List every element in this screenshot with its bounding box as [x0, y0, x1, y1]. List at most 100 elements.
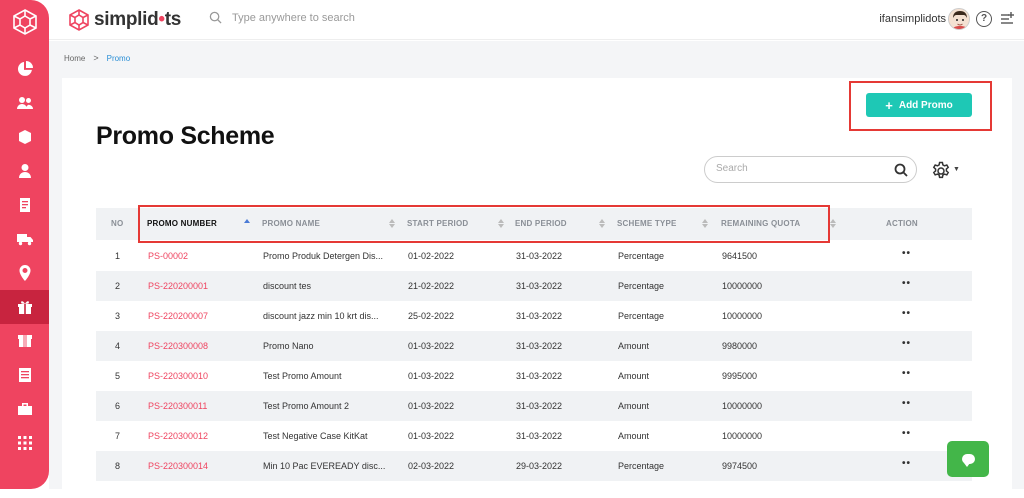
gear-icon[interactable] [931, 161, 951, 181]
table-row[interactable]: 4 PS-220300008 Promo Nano 01-03-2022 31-… [96, 331, 972, 361]
row-actions-button[interactable]: •• [902, 361, 911, 391]
cell-start-period: 01-02-2022 [408, 241, 454, 271]
sidebar-item-delivery[interactable] [0, 222, 49, 256]
cell-end-period: 31-03-2022 [516, 241, 562, 271]
table-row[interactable]: 7 PS-220300012 Test Negative Case KitKat… [96, 421, 972, 451]
cell-start-period: 01-03-2022 [408, 361, 454, 391]
cell-end-period: 31-03-2022 [516, 421, 562, 451]
cell-no: 1 [115, 241, 120, 271]
cell-remaining-quota: 10000000 [722, 421, 762, 451]
avatar[interactable] [948, 8, 970, 30]
row-actions-button[interactable]: •• [902, 391, 911, 421]
row-actions-button[interactable]: •• [902, 241, 911, 271]
briefcase-icon [17, 401, 33, 417]
table-row[interactable]: 6 PS-220300011 Test Promo Amount 2 01-03… [96, 391, 972, 421]
cell-promo-number[interactable]: PS-220200007 [148, 301, 208, 331]
chat-bubble-icon [962, 454, 975, 464]
cell-remaining-quota: 9974500 [722, 451, 757, 481]
cell-scheme-type: Amount [618, 391, 649, 421]
breadcrumb-current[interactable]: Promo [107, 54, 131, 63]
global-search[interactable]: Type anywhere to search [209, 11, 355, 24]
brand-name: simplid•ts [94, 9, 181, 31]
cell-promo-name: Test Promo Amount 2 [263, 391, 391, 421]
row-actions-button[interactable]: •• [902, 331, 911, 361]
cell-promo-name: Promo Produk Detergen Dis... [263, 241, 391, 271]
table-row[interactable]: 2 PS-220200001 discount tes 21-02-2022 3… [96, 271, 972, 301]
sidebar-item-customers[interactable] [0, 154, 49, 188]
chat-button[interactable] [947, 441, 989, 477]
cell-scheme-type: Amount [618, 361, 649, 391]
cell-promo-name: discount tes [263, 271, 391, 301]
table-search-input[interactable] [716, 163, 886, 174]
sidebar-item-users[interactable] [0, 86, 49, 120]
header-highlight [138, 205, 830, 243]
cell-promo-number[interactable]: PS-220300014 [148, 451, 208, 481]
row-actions-button[interactable]: •• [902, 421, 911, 451]
page-title: Promo Scheme [96, 122, 274, 151]
sidebar-item-promo[interactable] [0, 290, 49, 324]
cell-scheme-type: Percentage [618, 301, 664, 331]
cell-promo-number[interactable]: PS-220300012 [148, 421, 208, 451]
cell-scheme-type: Percentage [618, 451, 664, 481]
global-search-placeholder: Type anywhere to search [232, 12, 355, 24]
sidebar-item-reports[interactable] [0, 358, 49, 392]
cell-scheme-type: Percentage [618, 241, 664, 271]
cell-start-period: 01-03-2022 [408, 391, 454, 421]
cell-promo-name: Test Promo Amount [263, 361, 391, 391]
cell-promo-number[interactable]: PS-220300011 [148, 391, 207, 421]
cell-no: 8 [115, 451, 120, 481]
cell-no: 3 [115, 301, 120, 331]
package-icon [17, 333, 33, 349]
gift-icon [17, 299, 33, 315]
users-icon [17, 95, 33, 111]
breadcrumb: Home > Promo [64, 53, 130, 63]
col-header-action: ACTION [886, 208, 918, 240]
cell-promo-number[interactable]: PS-220300008 [148, 331, 208, 361]
cell-end-period: 31-03-2022 [516, 331, 562, 361]
breadcrumb-home[interactable]: Home [64, 54, 85, 63]
search-icon [209, 11, 222, 24]
cell-no: 4 [115, 331, 120, 361]
cell-promo-name: Test Negative Case KitKat [263, 421, 391, 451]
cell-start-period: 02-03-2022 [408, 451, 454, 481]
cell-promo-name: Min 10 Pac EVEREADY disc... [263, 451, 391, 481]
row-actions-button[interactable]: •• [902, 451, 911, 481]
dashboard-icon [17, 61, 33, 77]
truck-icon [17, 231, 33, 247]
cell-no: 2 [115, 271, 120, 301]
brand-logo-icon [67, 8, 91, 32]
cell-promo-number[interactable]: PS-220200001 [148, 271, 208, 301]
chevron-down-icon[interactable]: ▼ [953, 166, 960, 173]
brand[interactable]: simplid•ts [67, 8, 181, 32]
help-icon[interactable]: ? [976, 11, 992, 27]
cell-end-period: 31-03-2022 [516, 361, 562, 391]
table-row[interactable]: 5 PS-220300010 Test Promo Amount 01-03-2… [96, 361, 972, 391]
cell-remaining-quota: 9641500 [722, 241, 757, 271]
cell-promo-name: Promo Nano [263, 331, 391, 361]
sidebar-item-products[interactable] [0, 120, 49, 154]
user-name[interactable]: ifansimplidots [879, 13, 946, 25]
sidebar-item-apps[interactable] [0, 426, 49, 460]
sidebar-item-invoices[interactable] [0, 188, 49, 222]
row-actions-button[interactable]: •• [902, 301, 911, 331]
row-actions-button[interactable]: •• [902, 271, 911, 301]
sidebar-item-inventory[interactable] [0, 324, 49, 358]
cell-remaining-quota: 9980000 [722, 331, 757, 361]
cell-promo-number[interactable]: PS-00002 [148, 241, 188, 271]
menu-icon[interactable] [1000, 11, 1014, 25]
sidebar-item-business[interactable] [0, 392, 49, 426]
sidebar-item-locations[interactable] [0, 256, 49, 290]
cell-start-period: 25-02-2022 [408, 301, 454, 331]
table-row[interactable]: 8 PS-220300014 Min 10 Pac EVEREADY disc.… [96, 451, 972, 481]
table-row[interactable]: 1 PS-00002 Promo Produk Detergen Dis... … [96, 241, 972, 271]
table-row[interactable]: 3 PS-220200007 discount jazz min 10 krt … [96, 301, 972, 331]
person-icon [17, 163, 33, 179]
cell-scheme-type: Amount [618, 421, 649, 451]
search-icon[interactable] [894, 163, 908, 177]
sidebar-item-dashboard[interactable] [0, 52, 49, 86]
box-icon [17, 129, 33, 145]
cell-remaining-quota: 10000000 [722, 271, 762, 301]
app-logo-icon[interactable] [11, 8, 39, 36]
cell-promo-number[interactable]: PS-220300010 [148, 361, 208, 391]
sort-icon[interactable] [830, 218, 836, 229]
